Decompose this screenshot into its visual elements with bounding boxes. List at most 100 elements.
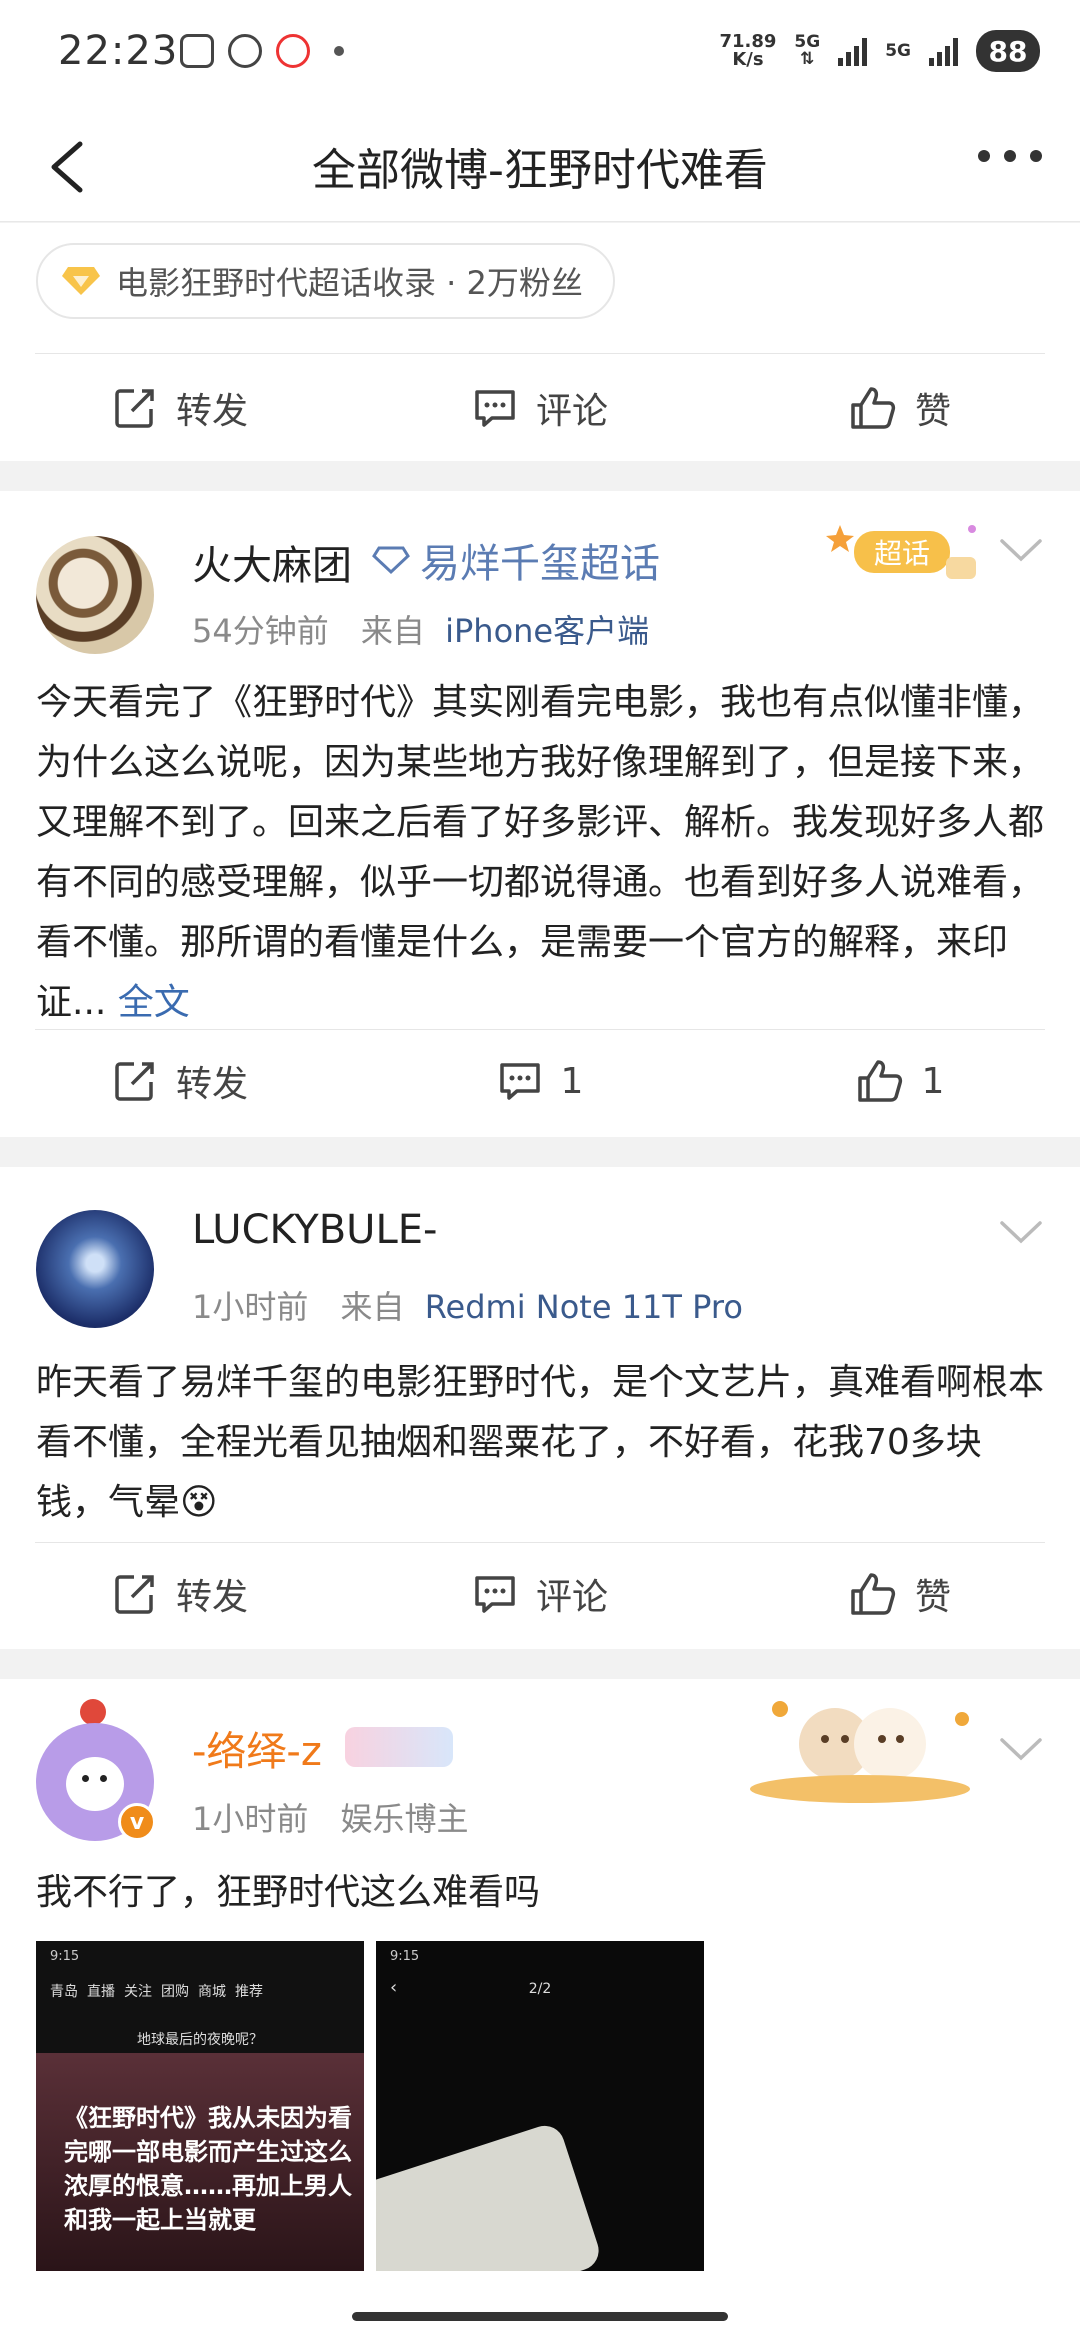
repost-label: 转发 [175, 1064, 248, 1105]
apple-decoration-icon [80, 1699, 106, 1725]
post-card: v -络绎-z 1小时前 娱乐博主 我不行了，狂野时代这么难看吗 9:15 青岛… [0, 1679, 1080, 2340]
more-notifications-dot-icon [334, 46, 344, 56]
comment-label: 评论 [535, 1577, 608, 1618]
post-meta: 1小时前 来自 Redmi Note 11T Pro [192, 1282, 743, 1328]
image1-tabs: 青岛 直播 关注 团购 商城 推荐 [50, 1981, 263, 2001]
super-topic-link[interactable]: 易烊千玺超话 [372, 531, 660, 589]
user-tag: 娱乐博主 [340, 1800, 469, 1838]
repost-button[interactable]: 转发 [0, 1026, 360, 1136]
post-time: 54分钟前 [192, 612, 329, 650]
thumbs-up-icon [851, 1573, 896, 1615]
diamond-icon [372, 546, 410, 575]
more-options-button[interactable] [978, 150, 1042, 162]
super-topic-chip[interactable]: 电影狂野时代超话收录 · 2万粉丝 [36, 243, 615, 319]
diamond-icon [62, 267, 100, 295]
member-badge-icon [345, 1727, 453, 1767]
post-source[interactable]: Redmi Note 11T Pro [425, 1288, 743, 1326]
signal1-icon [838, 36, 868, 66]
image1-subtitle: 地球最后的夜晚呢？ [137, 2032, 263, 2048]
repost-button[interactable]: 转发 [0, 353, 360, 463]
post-image-1[interactable]: 9:15 青岛 直播 关注 团购 商城 推荐 地球最后的夜晚呢？ 《狂野时代》我… [36, 1941, 364, 2271]
comment-label: 评论 [535, 391, 608, 432]
post-meta: 1小时前 娱乐博主 [192, 1794, 469, 1840]
repost-label: 转发 [175, 391, 248, 432]
status-bar: 22:23 71.89 K/s 5G ⇅ 5G 88 [0, 0, 1080, 110]
post-time: 1小时前 [192, 1288, 309, 1326]
image1-tab: 关注 [124, 1984, 152, 2000]
comment-icon [499, 1063, 540, 1100]
image1-time: 9:15 [50, 1949, 80, 1964]
avatar[interactable] [36, 1210, 154, 1328]
comment-button[interactable]: 1 [360, 1026, 720, 1136]
action-bar: 转发 1 1 [0, 1026, 1080, 1136]
full-text-link[interactable]: 全文 [118, 982, 190, 1023]
notification-icons [180, 34, 344, 68]
sim2-label: 5G [885, 40, 911, 61]
more-dots-icon [978, 150, 990, 162]
badge-label: 超话 [874, 537, 930, 570]
comment-icon [475, 1576, 515, 1613]
post-card: 火大麻团 易烊千玺超话 超话 54分钟前 来自 iPhone客户端 今天看完了《… [0, 491, 1080, 1137]
post-image-2[interactable]: 9:15 ‹ 2/2 [376, 1941, 704, 2271]
image1-tab: 推荐 [235, 1984, 263, 2000]
like-button[interactable]: 1 [720, 1026, 1080, 1136]
comment-count: 1 [560, 1060, 584, 1102]
status-time: 22:23 [58, 28, 179, 74]
like-label: 赞 [914, 391, 951, 432]
chip-label: 电影狂野时代超话收录 · 2万粉丝 [116, 264, 583, 302]
app-notification-icon [276, 34, 310, 68]
image1-tab: 团购 [161, 1984, 189, 2000]
repost-icon [115, 1575, 154, 1614]
gesture-bar[interactable] [352, 2312, 728, 2321]
username[interactable]: LUCKYBULE- [192, 1207, 437, 1253]
comment-button[interactable]: 评论 [360, 1539, 720, 1649]
super-topic-badge-icon: 超话 [826, 519, 986, 589]
image2-time: 9:15 [390, 1949, 420, 1964]
post-text: 今天看完了《狂野时代》其实刚看完电影，我也有点似懂非懂，为什么这么说呢，因为某些… [36, 673, 1046, 1033]
like-button[interactable]: 赞 [720, 353, 1080, 463]
topic-card: 电影狂野时代超话收录 · 2万粉丝 转发 评论 赞 [0, 223, 1080, 461]
scan-icon [180, 34, 214, 68]
comment-button[interactable]: 评论 [360, 353, 720, 463]
image1-tab: 商城 [198, 1984, 226, 2000]
post-source[interactable]: iPhone客户端 [445, 612, 649, 650]
post-time: 1小时前 [192, 1800, 309, 1838]
avatar[interactable] [36, 536, 154, 654]
post-text: 我不行了，狂野时代这么难看吗 [36, 1872, 541, 1913]
thumbs-up-icon [857, 1060, 902, 1102]
verified-badge-icon: v [118, 1803, 156, 1841]
super-topic-label: 易烊千玺超话 [420, 541, 660, 587]
chevron-down-icon[interactable] [998, 535, 1044, 565]
from-prefix: 来自 [340, 1288, 405, 1326]
username[interactable]: -络绎-z [192, 1719, 322, 1777]
like-button[interactable]: 赞 [720, 1539, 1080, 1649]
dizzy-emoji-icon: 😵 [180, 1482, 218, 1523]
repost-icon [115, 389, 154, 428]
username[interactable]: 火大麻团 [192, 533, 352, 591]
card-decoration-icon [740, 1689, 990, 1809]
sim1-5g-icon: 5G ⇅ [794, 32, 821, 69]
battery-icon: 88 [976, 30, 1040, 72]
thumbs-up-icon [851, 387, 896, 429]
net-speed-unit: K/s [732, 49, 764, 70]
sim2-5g-icon: 5G [885, 40, 911, 61]
weibo-icon [228, 34, 262, 68]
image1-tab: 青岛 [50, 1984, 78, 2000]
image2-page: 2/2 [528, 1981, 552, 1997]
action-bar: 转发 评论 赞 [0, 353, 1080, 463]
repost-label: 转发 [175, 1577, 248, 1618]
post-card: LUCKYBULE- 1小时前 来自 Redmi Note 11T Pro 昨天… [0, 1167, 1080, 1649]
chevron-down-icon[interactable] [998, 1217, 1044, 1247]
chevron-down-icon[interactable] [998, 1734, 1044, 1764]
post-text-content: 今天看完了《狂野时代》其实刚看完电影，我也有点似懂非懂，为什么这么说呢，因为某些… [36, 682, 1045, 1023]
post-meta: 54分钟前 来自 iPhone客户端 [192, 606, 649, 652]
from-prefix: 来自 [360, 612, 425, 650]
repost-icon [115, 1062, 154, 1101]
image1-caption: 《狂野时代》我从未因为看完哪一部电影而产生过这么浓厚的恨意……再加上男人和我一起… [64, 2104, 352, 2234]
repost-button[interactable]: 转发 [0, 1539, 360, 1649]
like-label: 赞 [914, 1577, 951, 1618]
image1-tab: 直播 [87, 1984, 115, 2000]
comment-icon [475, 390, 515, 427]
like-count: 1 [921, 1060, 945, 1102]
signal2-icon [929, 36, 958, 66]
